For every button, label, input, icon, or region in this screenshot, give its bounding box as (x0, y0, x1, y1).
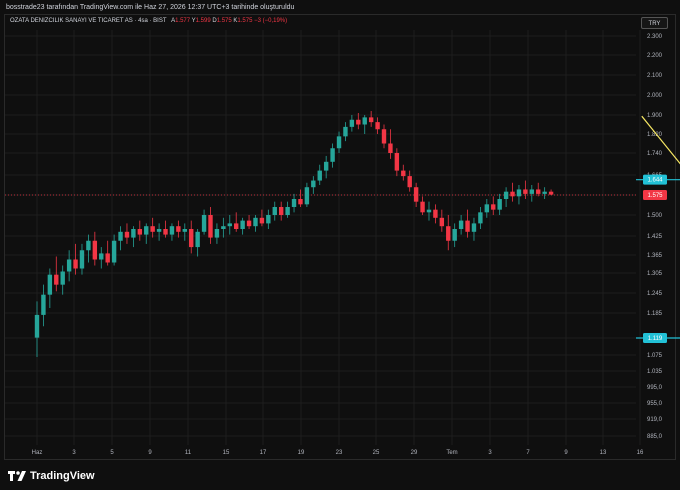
close-value: 1.575 (237, 18, 253, 24)
low-value: 1.575 (216, 18, 232, 24)
chart-screenshot: bosstrade23 tarafından TradingView.com i… (0, 0, 680, 490)
open-value: 1.577 (175, 18, 191, 24)
currency-button[interactable]: TRY (641, 17, 668, 29)
chart-panel[interactable] (4, 14, 676, 460)
tradingview-icon (8, 471, 26, 481)
high-value: 1.599 (195, 18, 211, 24)
attribution-text: bosstrade23 tarafından TradingView.com i… (6, 4, 295, 11)
symbol-info-line: OZATA DENIZCILIK SANAYI VE TICARET AS · … (10, 18, 287, 24)
change-value: −3 (−0,19%) (254, 18, 288, 24)
symbol-name: OZATA DENIZCILIK SANAYI VE TICARET AS · … (10, 18, 167, 24)
brand-name: TradingView (30, 470, 95, 482)
tradingview-logo[interactable]: TradingView (8, 470, 95, 482)
